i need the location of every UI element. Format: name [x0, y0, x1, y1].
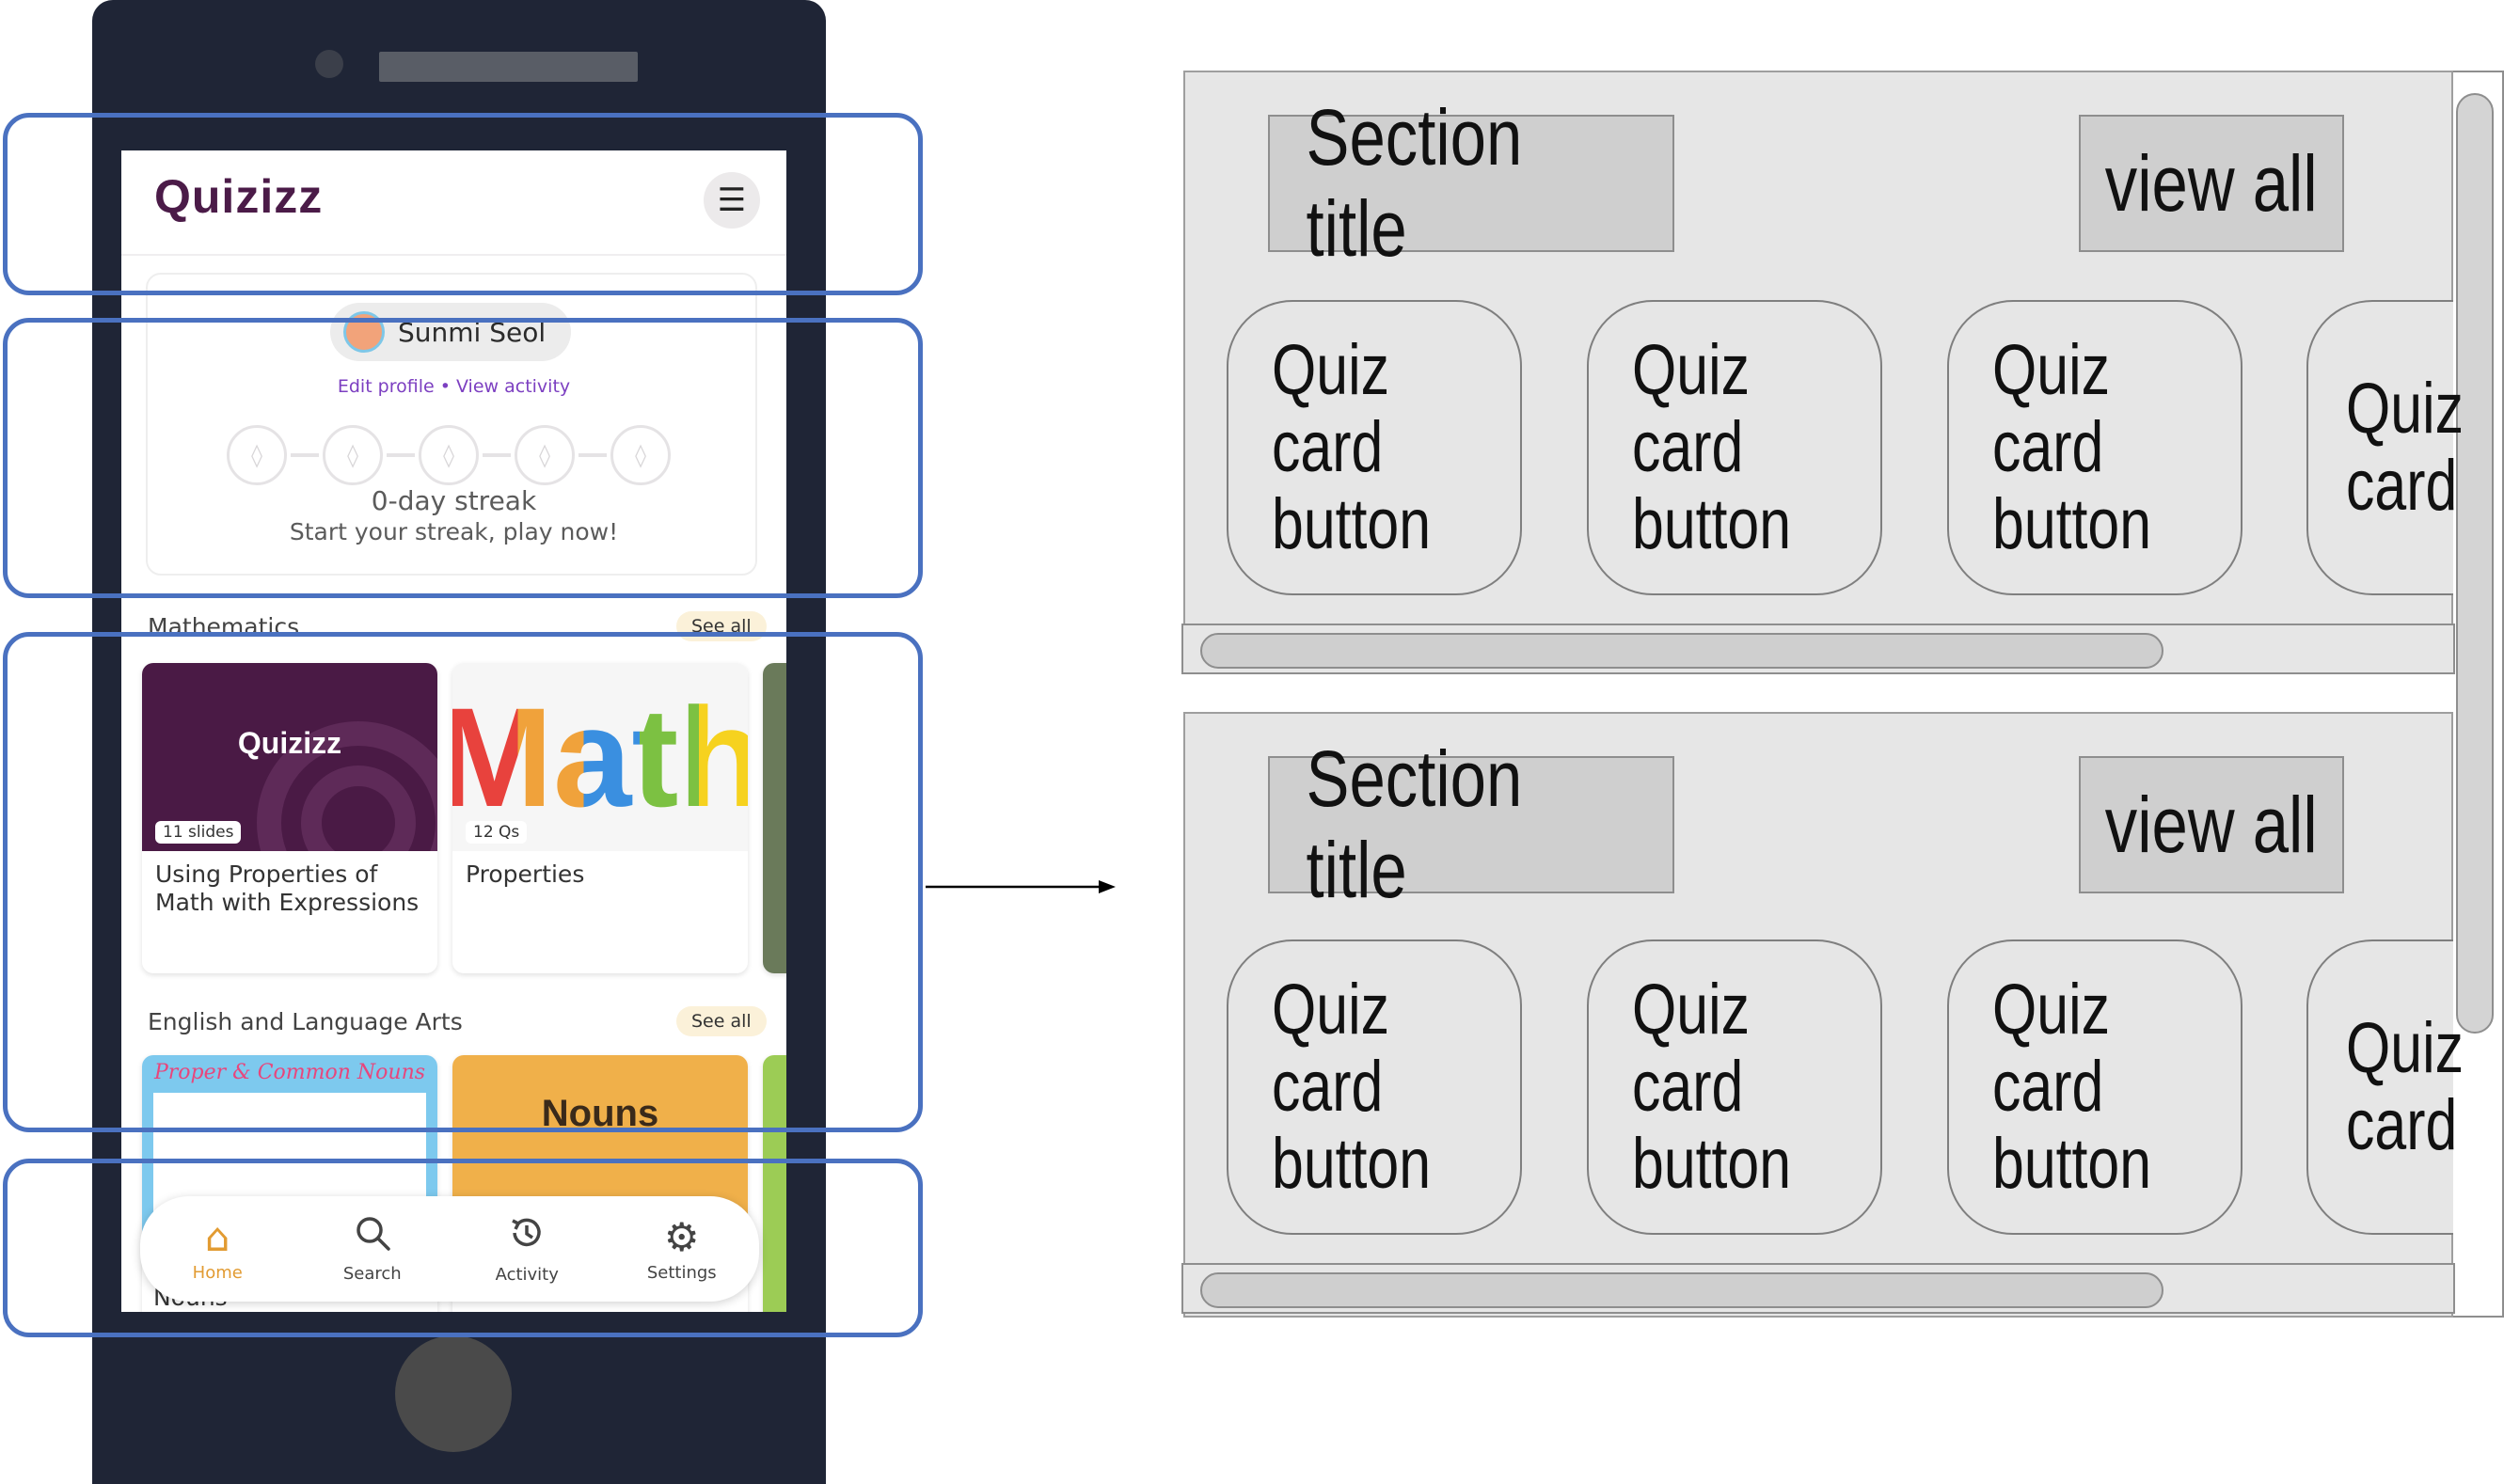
wireframe-quiz-card-button[interactable]: Quiz card button — [1947, 939, 2243, 1235]
highlight-header-region — [3, 113, 923, 295]
wireframe-view-all-button[interactable]: view all — [2079, 756, 2344, 893]
wireframe-hscroll-track[interactable] — [1181, 624, 2455, 674]
phone-speaker — [379, 52, 638, 82]
highlight-nav-region — [3, 1159, 923, 1337]
wireframe-section: Section title view all Quiz card button … — [1181, 71, 2464, 674]
wireframe-hscroll-track[interactable] — [1181, 1263, 2455, 1314]
wireframe-quiz-card-button[interactable]: Quiz card button — [1587, 300, 1882, 595]
wireframe-section-title: Section title — [1268, 93, 1674, 273]
wireframe-quiz-card-button[interactable]: Quiz card button — [1227, 300, 1522, 595]
wireframe-quiz-card-button[interactable]: Quiz card button — [1947, 300, 2243, 595]
wireframe-quiz-card-partial[interactable]: Quiz card — [2306, 300, 2464, 595]
wireframe-panel: Section title view all Quiz card button … — [1181, 71, 2504, 1318]
wireframe-section-title: Section title — [1268, 734, 1674, 914]
arrow-connector — [926, 880, 1116, 893]
phone-home-button — [395, 1335, 512, 1452]
wireframe-view-all-button[interactable]: view all — [2079, 115, 2344, 252]
wireframe-quiz-card-partial[interactable]: Quiz card — [2306, 939, 2464, 1235]
wireframe-section: Section title view all Quiz card button … — [1181, 712, 2464, 1318]
wireframe-quiz-card-button[interactable]: Quiz card button — [1587, 939, 1882, 1235]
wireframe-hscroll-thumb[interactable] — [1200, 1272, 2163, 1308]
wireframe-hscroll-thumb[interactable] — [1200, 633, 2163, 669]
wireframe-vscroll-thumb[interactable] — [2456, 93, 2494, 1034]
highlight-sections-region — [3, 632, 923, 1132]
highlight-profile-region — [3, 318, 923, 598]
wireframe-quiz-card-button[interactable]: Quiz card button — [1227, 939, 1522, 1235]
phone-camera — [315, 50, 343, 78]
